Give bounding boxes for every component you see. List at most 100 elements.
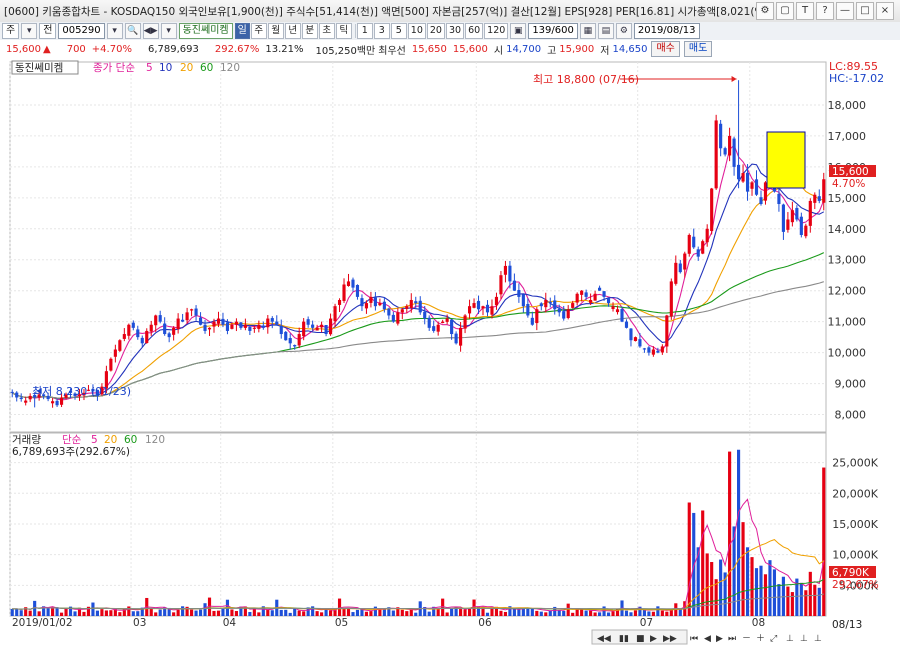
zoom-in-icon[interactable]: ＋	[756, 633, 765, 644]
crosshair-icon[interactable]: ⊥	[786, 634, 794, 644]
volume-bar	[642, 609, 646, 616]
volume-bar	[46, 608, 50, 616]
search-icon[interactable]: 🔍	[124, 23, 141, 39]
step-forward-icon[interactable]: ▶	[716, 634, 723, 644]
title-bar: [0600] 키움종합차트 - KOSDAQ150 외국인보유[1,900(천)…	[0, 0, 900, 23]
candle-body	[629, 328, 633, 341]
stock-code-input[interactable]: 005290	[58, 23, 105, 39]
candle-body	[696, 249, 700, 257]
layout-icon[interactable]: ▢	[776, 2, 794, 20]
volume-bar	[459, 609, 463, 616]
volume-bar	[311, 606, 315, 616]
buy-button[interactable]: 매수	[651, 41, 680, 57]
date-input[interactable]: 2019/08/13	[633, 23, 700, 39]
interval-tick[interactable]: 틱	[335, 23, 352, 39]
measure-icon[interactable]: ⊥	[800, 634, 808, 644]
volume-bar	[346, 608, 351, 616]
rewind-icon[interactable]: ◀◀	[597, 634, 611, 644]
candle-body	[230, 324, 234, 329]
minute-3[interactable]: 3	[373, 23, 390, 39]
interval-day[interactable]: 일	[234, 23, 250, 39]
nav-arrows-icon[interactable]: ◀▶	[142, 23, 159, 39]
zoom-out-icon[interactable]: －	[742, 634, 751, 644]
text-icon[interactable]: T	[796, 2, 814, 20]
candle-body	[714, 120, 718, 189]
candle-body	[566, 309, 570, 319]
help-icon[interactable]: ?	[816, 2, 834, 20]
volume-bar	[427, 611, 431, 616]
play-icon[interactable]: ▶	[650, 634, 657, 644]
candle-body	[248, 326, 252, 331]
minute-120[interactable]: 120	[484, 23, 509, 39]
candle-body	[606, 298, 611, 304]
volume-bar	[745, 547, 750, 616]
candle-body	[19, 397, 23, 400]
close-icon[interactable]: ×	[876, 2, 894, 20]
stop-icon[interactable]: ■	[636, 634, 645, 644]
minute-20[interactable]: 20	[426, 23, 445, 39]
interval-minute[interactable]: 분	[301, 23, 318, 39]
candle-body	[557, 308, 561, 313]
candle-body	[113, 349, 117, 357]
candle-body	[799, 216, 803, 235]
minute-1[interactable]: 1	[356, 23, 373, 39]
count-input[interactable]: 139/600	[528, 23, 578, 39]
volume-bar	[28, 610, 32, 616]
highlight-box[interactable]	[766, 131, 806, 189]
chevron-down-icon[interactable]: ▾	[160, 23, 177, 39]
candle-body	[221, 318, 225, 325]
chevron-down-icon[interactable]: ▾	[21, 23, 38, 39]
first-icon[interactable]: ⏮	[690, 634, 698, 644]
sell-button[interactable]: 매도	[683, 41, 713, 57]
market-select[interactable]: 주	[2, 23, 20, 39]
volume-bar	[566, 603, 570, 616]
volume-bar	[266, 609, 270, 616]
candle-body	[279, 325, 283, 335]
candle-body	[499, 275, 503, 295]
step-back-icon[interactable]: ◀	[704, 634, 711, 644]
pause-icon[interactable]: ▮▮	[619, 634, 629, 644]
save-icon[interactable]: ▤	[597, 23, 614, 39]
volume-bar	[100, 609, 104, 616]
scroll-end-icon[interactable]: ⊥	[814, 634, 822, 644]
interval-month[interactable]: 월	[267, 23, 284, 39]
interval-second[interactable]: 초	[318, 23, 335, 39]
stock-chart[interactable]: 18,00017,00016,00015,00014,00013,00012,0…	[0, 58, 900, 650]
last-icon[interactable]: ⏭	[728, 634, 736, 644]
candle-body	[51, 401, 55, 404]
volume-bar	[777, 584, 781, 616]
candle-body	[575, 293, 579, 303]
candle-body	[705, 228, 709, 243]
ask-price: 15,650	[411, 43, 447, 55]
candle-body	[737, 164, 741, 180]
settings-icon[interactable]: ⚙	[756, 2, 774, 20]
volume-bar	[467, 608, 472, 616]
forward-icon[interactable]: ▶▶	[663, 634, 677, 644]
options-icon[interactable]: ▣	[510, 23, 527, 39]
minute-30[interactable]: 30	[445, 23, 465, 39]
candle-body	[257, 324, 261, 329]
volume-bar	[73, 611, 77, 616]
prev-button[interactable]: 전	[39, 23, 57, 39]
minute-60[interactable]: 60	[465, 23, 484, 39]
candle-body	[364, 303, 369, 309]
volume-bar	[82, 611, 86, 616]
gear-icon[interactable]: ⚙	[615, 23, 632, 39]
volume-current: 6,789,693주(292.67%)	[12, 446, 130, 458]
volume-bar	[647, 611, 651, 616]
maximize-icon[interactable]: □	[856, 2, 874, 20]
interval-week[interactable]: 주	[250, 23, 267, 39]
volume-ratio: 292.67%	[214, 43, 260, 55]
grid-icon[interactable]: ▦	[579, 23, 596, 39]
volume-bar	[95, 610, 99, 616]
interval-year[interactable]: 년	[284, 23, 301, 39]
candle-body	[109, 358, 113, 371]
chevron-down-icon[interactable]: ▾	[106, 23, 123, 39]
volume-value: 6,789,693	[147, 43, 199, 55]
minute-5[interactable]: 5	[390, 23, 407, 39]
fit-icon[interactable]: ⤢	[769, 634, 777, 644]
price-info-bar: 15,600 ▲ 700 +4.70% 6,789,693 292.67% 13…	[0, 40, 900, 59]
minute-10[interactable]: 10	[407, 23, 426, 39]
minimize-icon[interactable]: —	[836, 2, 854, 20]
volume-bar	[593, 612, 597, 616]
